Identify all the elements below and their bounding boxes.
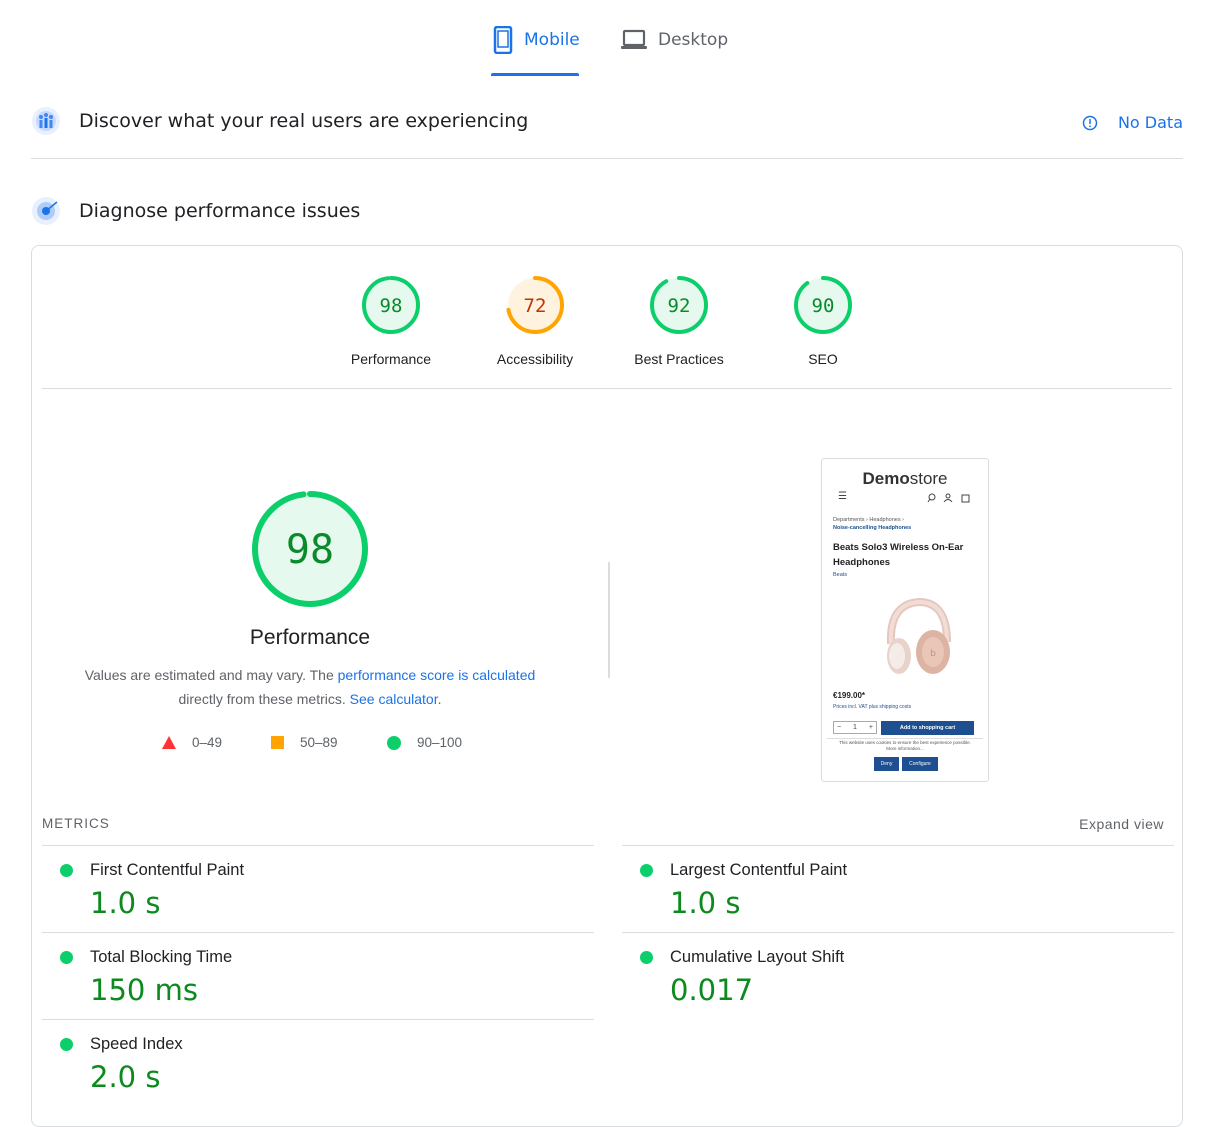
header-icons — [927, 493, 970, 503]
metric-value: 0.017 — [670, 973, 754, 1007]
performance-big-label: Performance — [249, 626, 371, 649]
category-score: 98 — [380, 295, 403, 317]
screenshot-breadcrumb-current: Noise-cancelling Headphones — [833, 525, 912, 531]
report-card: 98 Performance 72 Accessibility 92 Best Pract… — [31, 245, 1183, 1127]
metric-value: 150 ms — [90, 973, 198, 1007]
triangle-icon — [162, 736, 176, 749]
desc-text-2: directly from these metrics. — [178, 691, 350, 707]
diagnose-icon — [32, 197, 60, 225]
square-icon — [271, 736, 284, 749]
circle-icon — [387, 735, 401, 750]
screenshot-price-note: Prices incl. VAT plus shipping costs — [833, 704, 912, 710]
screenshot-qty-stepper: −1 + — [833, 721, 877, 734]
metric-tbt: Total Blocking Time 150 ms — [42, 932, 594, 1019]
score-gauge-icon: 98 — [362, 276, 420, 334]
metrics-title: METRICS — [42, 816, 110, 831]
category-score: 92 — [668, 295, 691, 317]
legend-average: 50–89 — [271, 735, 338, 750]
screenshot-price: €199.00* — [833, 691, 866, 700]
good-status-icon — [640, 951, 653, 964]
score-gauge-icon: 92 — [650, 276, 708, 334]
category-gauge-performance[interactable]: 98 Performance — [321, 274, 461, 367]
field-data-header: Discover what your real users are experi… — [31, 106, 1183, 136]
screenshot-add-to-cart: Add to shopping cart — [881, 721, 974, 735]
legend-poor: 0–49 — [162, 735, 222, 750]
category-label: SEO — [808, 351, 838, 367]
metric-label: Speed Index — [90, 1035, 183, 1053]
performance-big-gauge: 98 — [252, 491, 368, 607]
category-score: 90 — [812, 295, 835, 317]
tab-mobile[interactable]: Mobile — [492, 26, 580, 76]
desc-text-1: Values are estimated and may vary. The — [84, 667, 338, 683]
info-icon — [1082, 115, 1098, 130]
good-status-icon — [60, 1038, 73, 1051]
lab-data-title: Diagnose performance issues — [79, 200, 361, 222]
metric-label: First Contentful Paint — [90, 861, 245, 879]
metric-fcp: First Contentful Paint 1.0 s — [42, 845, 594, 932]
no-data-label: No Data — [1117, 113, 1183, 132]
demostore-logo: Demostore — [862, 469, 948, 488]
score-calculated-link[interactable]: performance score is calculated — [338, 667, 536, 683]
menu-icon: ☰ — [838, 491, 847, 502]
metric-si: Speed Index 2.0 s — [42, 1019, 594, 1106]
legend-good-label: 90–100 — [417, 735, 463, 750]
category-gauge-best-practices[interactable]: 92 Best Practices — [609, 274, 749, 367]
desc-text-3: . — [437, 691, 442, 707]
score-gauge-icon: 90 — [794, 276, 852, 334]
metric-value: 1.0 s — [670, 886, 741, 920]
screenshot-product-title: Beats Solo3 Wireless On-Ear Headphones — [833, 542, 964, 568]
category-gauge-accessibility[interactable]: 72 Accessibility — [465, 274, 605, 367]
category-label: Accessibility — [496, 351, 574, 367]
section-divider — [31, 158, 1183, 159]
category-label: Best Practices — [634, 351, 724, 367]
screenshot-brand-link: Beats — [833, 572, 848, 578]
good-status-icon — [60, 951, 73, 964]
tab-desktop[interactable]: Desktop — [620, 29, 729, 76]
category-label: Performance — [350, 351, 432, 367]
legend-good: 90–100 — [387, 735, 462, 750]
final-screenshot[interactable]: Demostore ☰ Departments › Headphones › N… — [821, 458, 989, 782]
svg-text:b: b — [930, 649, 936, 659]
score-gauge-icon: 72 — [506, 276, 564, 334]
lab-data-header: Diagnose performance issues — [31, 196, 1183, 226]
screenshot-deny: Deny — [874, 757, 899, 771]
metric-label: Cumulative Layout Shift — [670, 948, 845, 966]
tab-mobile-label: Mobile — [524, 30, 580, 50]
category-score: 72 — [524, 295, 547, 317]
performance-description: Values are estimated and may vary. The p… — [72, 663, 548, 711]
vertical-divider — [608, 562, 610, 678]
metric-lcp: Largest Contentful Paint 1.0 s — [622, 845, 1174, 932]
good-status-icon — [60, 864, 73, 877]
tab-desktop-label: Desktop — [658, 30, 729, 50]
metric-value: 2.0 s — [90, 1060, 161, 1094]
metric-value: 1.0 s — [90, 886, 161, 920]
legend-average-label: 50–89 — [300, 735, 338, 750]
legend-poor-label: 0–49 — [192, 735, 223, 750]
metric-cls: Cumulative Layout Shift 0.017 — [622, 932, 1174, 1019]
see-calculator-link[interactable]: See calculator — [350, 691, 438, 707]
screenshot-configure: Configure — [902, 757, 938, 771]
category-gauge-seo[interactable]: 90 SEO — [753, 274, 893, 367]
performance-big-score: 98 — [286, 527, 334, 573]
real-users-icon — [32, 107, 60, 135]
no-data-status[interactable]: No Data — [1082, 113, 1183, 132]
screenshot-cookie-text: This website uses cookies to ensure the … — [839, 740, 971, 751]
good-status-icon — [640, 864, 653, 877]
active-tab-indicator — [491, 73, 579, 76]
headphones-image: b — [886, 597, 951, 674]
smartphone-icon — [493, 26, 513, 54]
laptop-icon — [621, 29, 647, 49]
gauges-divider — [42, 388, 1172, 389]
metric-label: Largest Contentful Paint — [670, 861, 848, 879]
field-data-title: Discover what your real users are experi… — [79, 110, 529, 132]
metric-label: Total Blocking Time — [90, 948, 233, 966]
expand-view-toggle[interactable]: Expand view — [1079, 816, 1164, 832]
screenshot-breadcrumb: Departments › Headphones › — [833, 517, 904, 523]
